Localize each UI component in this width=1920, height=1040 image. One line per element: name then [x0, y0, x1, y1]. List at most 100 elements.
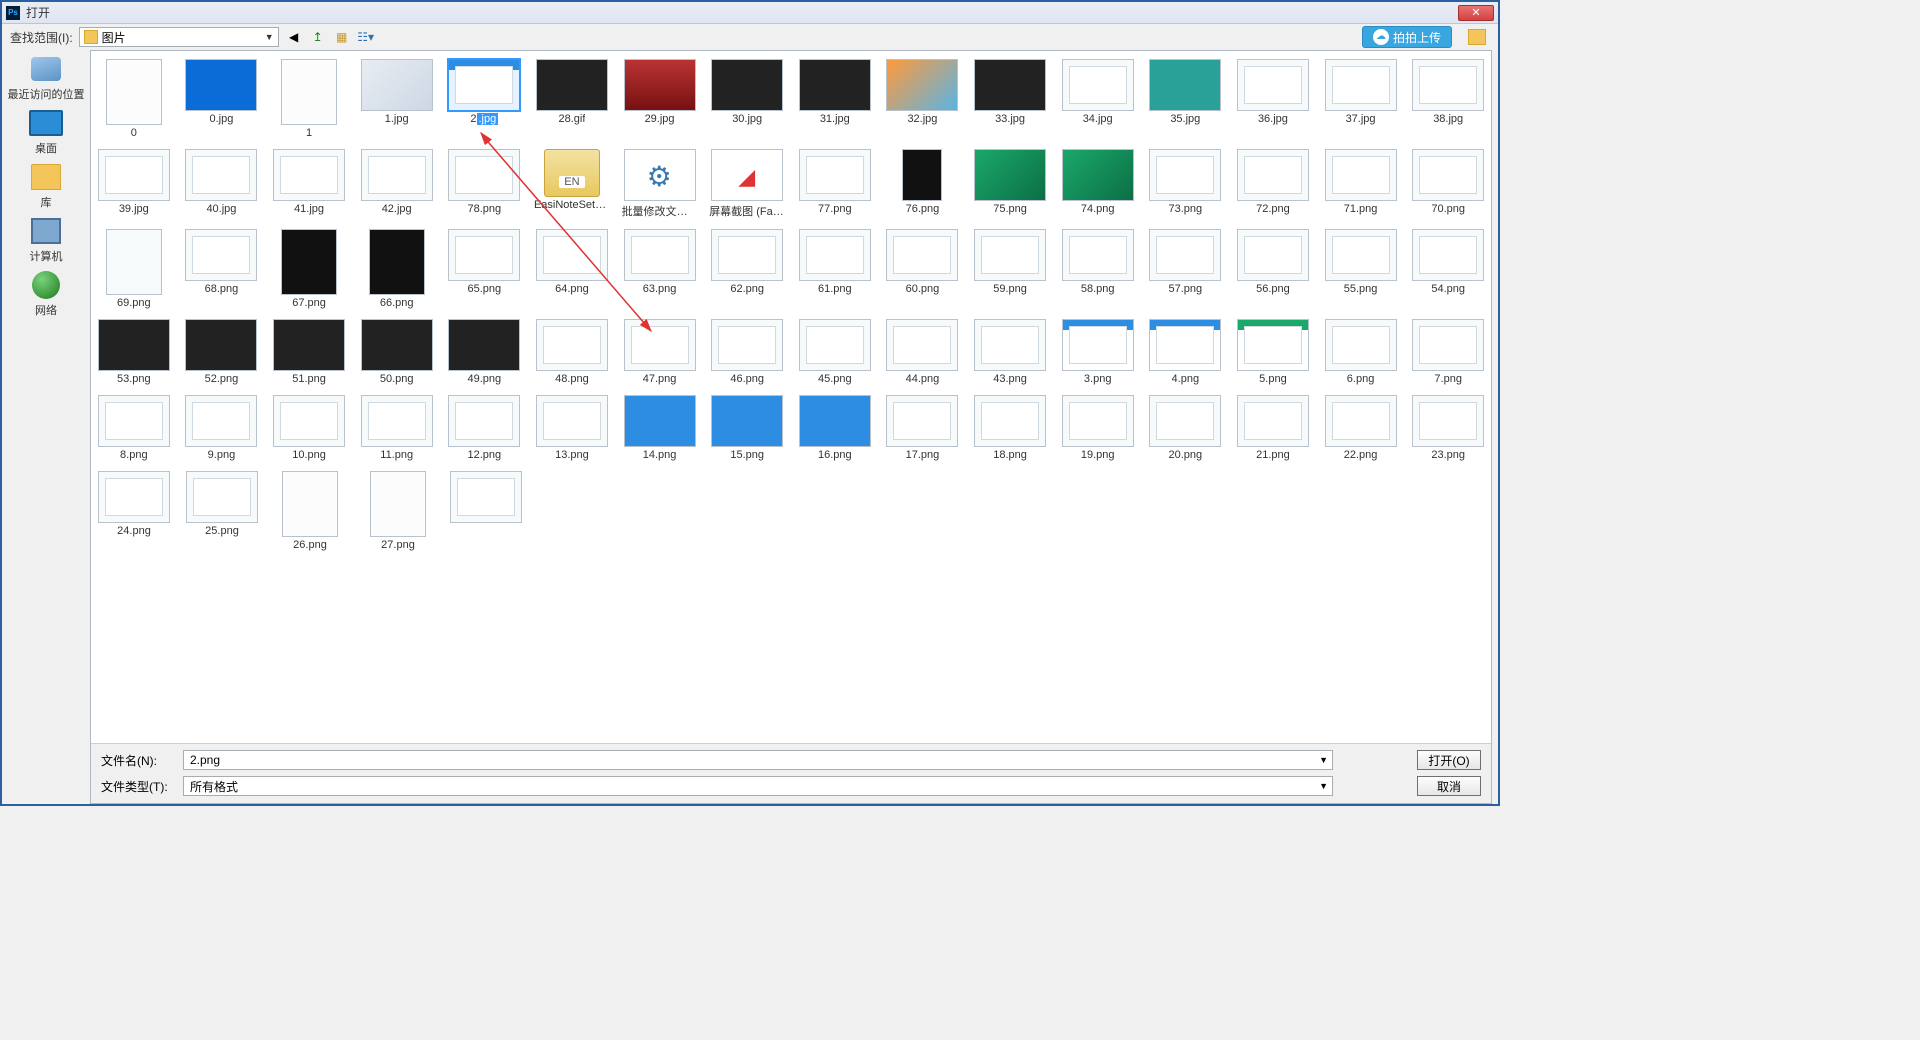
file-item[interactable]: 16.png: [796, 395, 874, 461]
file-item[interactable]: 42.jpg: [358, 149, 436, 219]
file-item[interactable]: 12.png: [446, 395, 524, 461]
place-libraries[interactable]: 库: [28, 162, 64, 210]
file-item[interactable]: 0: [95, 59, 173, 139]
file-item[interactable]: 21.png: [1234, 395, 1312, 461]
file-item[interactable]: 78.png: [446, 149, 524, 219]
file-item[interactable]: 47.png: [621, 319, 699, 385]
file-item[interactable]: 10.png: [270, 395, 348, 461]
file-item[interactable]: 17.png: [884, 395, 962, 461]
file-item[interactable]: 77.png: [796, 149, 874, 219]
back-button[interactable]: ◀: [285, 28, 303, 46]
file-item[interactable]: 29.jpg: [621, 59, 699, 139]
file-item[interactable]: 22.png: [1322, 395, 1400, 461]
file-item[interactable]: 41.jpg: [270, 149, 348, 219]
file-item[interactable]: 45.png: [796, 319, 874, 385]
file-item[interactable]: 33.jpg: [971, 59, 1049, 139]
file-item[interactable]: 75.png: [971, 149, 1049, 219]
file-item[interactable]: 5.png: [1234, 319, 1312, 385]
file-item[interactable]: 60.png: [884, 229, 962, 309]
up-button[interactable]: ↥: [309, 28, 327, 46]
file-item[interactable]: 6.png: [1322, 319, 1400, 385]
file-item[interactable]: 39.jpg: [95, 149, 173, 219]
file-item[interactable]: 66.png: [358, 229, 436, 309]
file-item[interactable]: 38.jpg: [1409, 59, 1487, 139]
file-item[interactable]: 30.jpg: [708, 59, 786, 139]
file-item[interactable]: 8.png: [95, 395, 173, 461]
place-desktop[interactable]: 桌面: [28, 108, 64, 156]
file-item[interactable]: 73.png: [1147, 149, 1225, 219]
cloud-upload-button[interactable]: ☁ 拍拍上传: [1362, 26, 1452, 48]
file-item[interactable]: 23.png: [1409, 395, 1487, 461]
file-item[interactable]: 59.png: [971, 229, 1049, 309]
filename-input[interactable]: 2.png ▼: [183, 750, 1333, 770]
file-item[interactable]: 61.png: [796, 229, 874, 309]
file-item[interactable]: 2.jpg: [446, 59, 524, 139]
filetype-combo[interactable]: 所有格式 ▼: [183, 776, 1333, 796]
file-item[interactable]: 63.png: [621, 229, 699, 309]
pin-folder-icon[interactable]: [1468, 29, 1486, 45]
file-item[interactable]: 34.jpg: [1059, 59, 1137, 139]
file-item[interactable]: 批量修改文件后缀.bat: [621, 149, 699, 219]
file-item[interactable]: 69.png: [95, 229, 173, 309]
file-item[interactable]: 4.png: [1147, 319, 1225, 385]
file-item[interactable]: 15.png: [708, 395, 786, 461]
file-item[interactable]: 51.png: [270, 319, 348, 385]
file-item[interactable]: 50.png: [358, 319, 436, 385]
file-item[interactable]: 11.png: [358, 395, 436, 461]
file-item[interactable]: 1: [270, 59, 348, 139]
lookin-combo[interactable]: 图片 ▼: [79, 27, 279, 47]
file-item[interactable]: 53.png: [95, 319, 173, 385]
file-item[interactable]: 26.png: [271, 471, 349, 551]
place-network[interactable]: 网络: [28, 270, 64, 318]
file-item[interactable]: 31.jpg: [796, 59, 874, 139]
open-button[interactable]: 打开(O): [1417, 750, 1481, 770]
file-item[interactable]: 74.png: [1059, 149, 1137, 219]
new-folder-button[interactable]: ▦: [333, 28, 351, 46]
file-item[interactable]: 55.png: [1322, 229, 1400, 309]
file-item[interactable]: 49.png: [446, 319, 524, 385]
file-item[interactable]: 9.png: [183, 395, 261, 461]
file-item[interactable]: 76.png: [884, 149, 962, 219]
file-item[interactable]: 56.png: [1234, 229, 1312, 309]
file-item[interactable]: 57.png: [1147, 229, 1225, 309]
file-item[interactable]: 62.png: [708, 229, 786, 309]
file-item[interactable]: 70.png: [1409, 149, 1487, 219]
file-item[interactable]: 36.jpg: [1234, 59, 1312, 139]
file-item[interactable]: 0.jpg: [183, 59, 261, 139]
file-item[interactable]: 43.png: [971, 319, 1049, 385]
close-button[interactable]: ✕: [1458, 5, 1494, 21]
file-item[interactable]: 37.jpg: [1322, 59, 1400, 139]
file-item[interactable]: 71.png: [1322, 149, 1400, 219]
file-item[interactable]: 58.png: [1059, 229, 1137, 309]
file-item[interactable]: [447, 471, 525, 551]
file-item[interactable]: 67.png: [270, 229, 348, 309]
file-item[interactable]: 18.png: [971, 395, 1049, 461]
file-item[interactable]: 48.png: [533, 319, 611, 385]
file-item[interactable]: 25.png: [183, 471, 261, 551]
file-item[interactable]: 19.png: [1059, 395, 1137, 461]
file-item[interactable]: 46.png: [708, 319, 786, 385]
file-item[interactable]: 32.jpg: [884, 59, 962, 139]
place-computer[interactable]: 计算机: [28, 216, 64, 264]
file-item[interactable]: 54.png: [1409, 229, 1487, 309]
place-recent[interactable]: 最近访问的位置: [8, 54, 85, 102]
file-item[interactable]: 1.jpg: [358, 59, 436, 139]
file-item[interactable]: 72.png: [1234, 149, 1312, 219]
file-item[interactable]: 35.jpg: [1147, 59, 1225, 139]
file-item[interactable]: 52.png: [183, 319, 261, 385]
file-item[interactable]: 7.png: [1409, 319, 1487, 385]
file-grid[interactable]: 00.jpg11.jpg2.jpg28.gif29.jpg30.jpg31.jp…: [91, 51, 1491, 743]
file-item[interactable]: 13.png: [533, 395, 611, 461]
file-item[interactable]: 24.png: [95, 471, 173, 551]
file-item[interactable]: 28.gif: [533, 59, 611, 139]
file-item[interactable]: 40.jpg: [183, 149, 261, 219]
cancel-button[interactable]: 取消: [1417, 776, 1481, 796]
file-item[interactable]: 65.png: [446, 229, 524, 309]
file-item[interactable]: EasiNoteSetup_...: [533, 149, 611, 219]
view-menu-button[interactable]: ☷▾: [357, 28, 375, 46]
file-item[interactable]: 68.png: [183, 229, 261, 309]
file-item[interactable]: 44.png: [884, 319, 962, 385]
file-item[interactable]: 20.png: [1147, 395, 1225, 461]
file-item[interactable]: 27.png: [359, 471, 437, 551]
file-item[interactable]: 64.png: [533, 229, 611, 309]
